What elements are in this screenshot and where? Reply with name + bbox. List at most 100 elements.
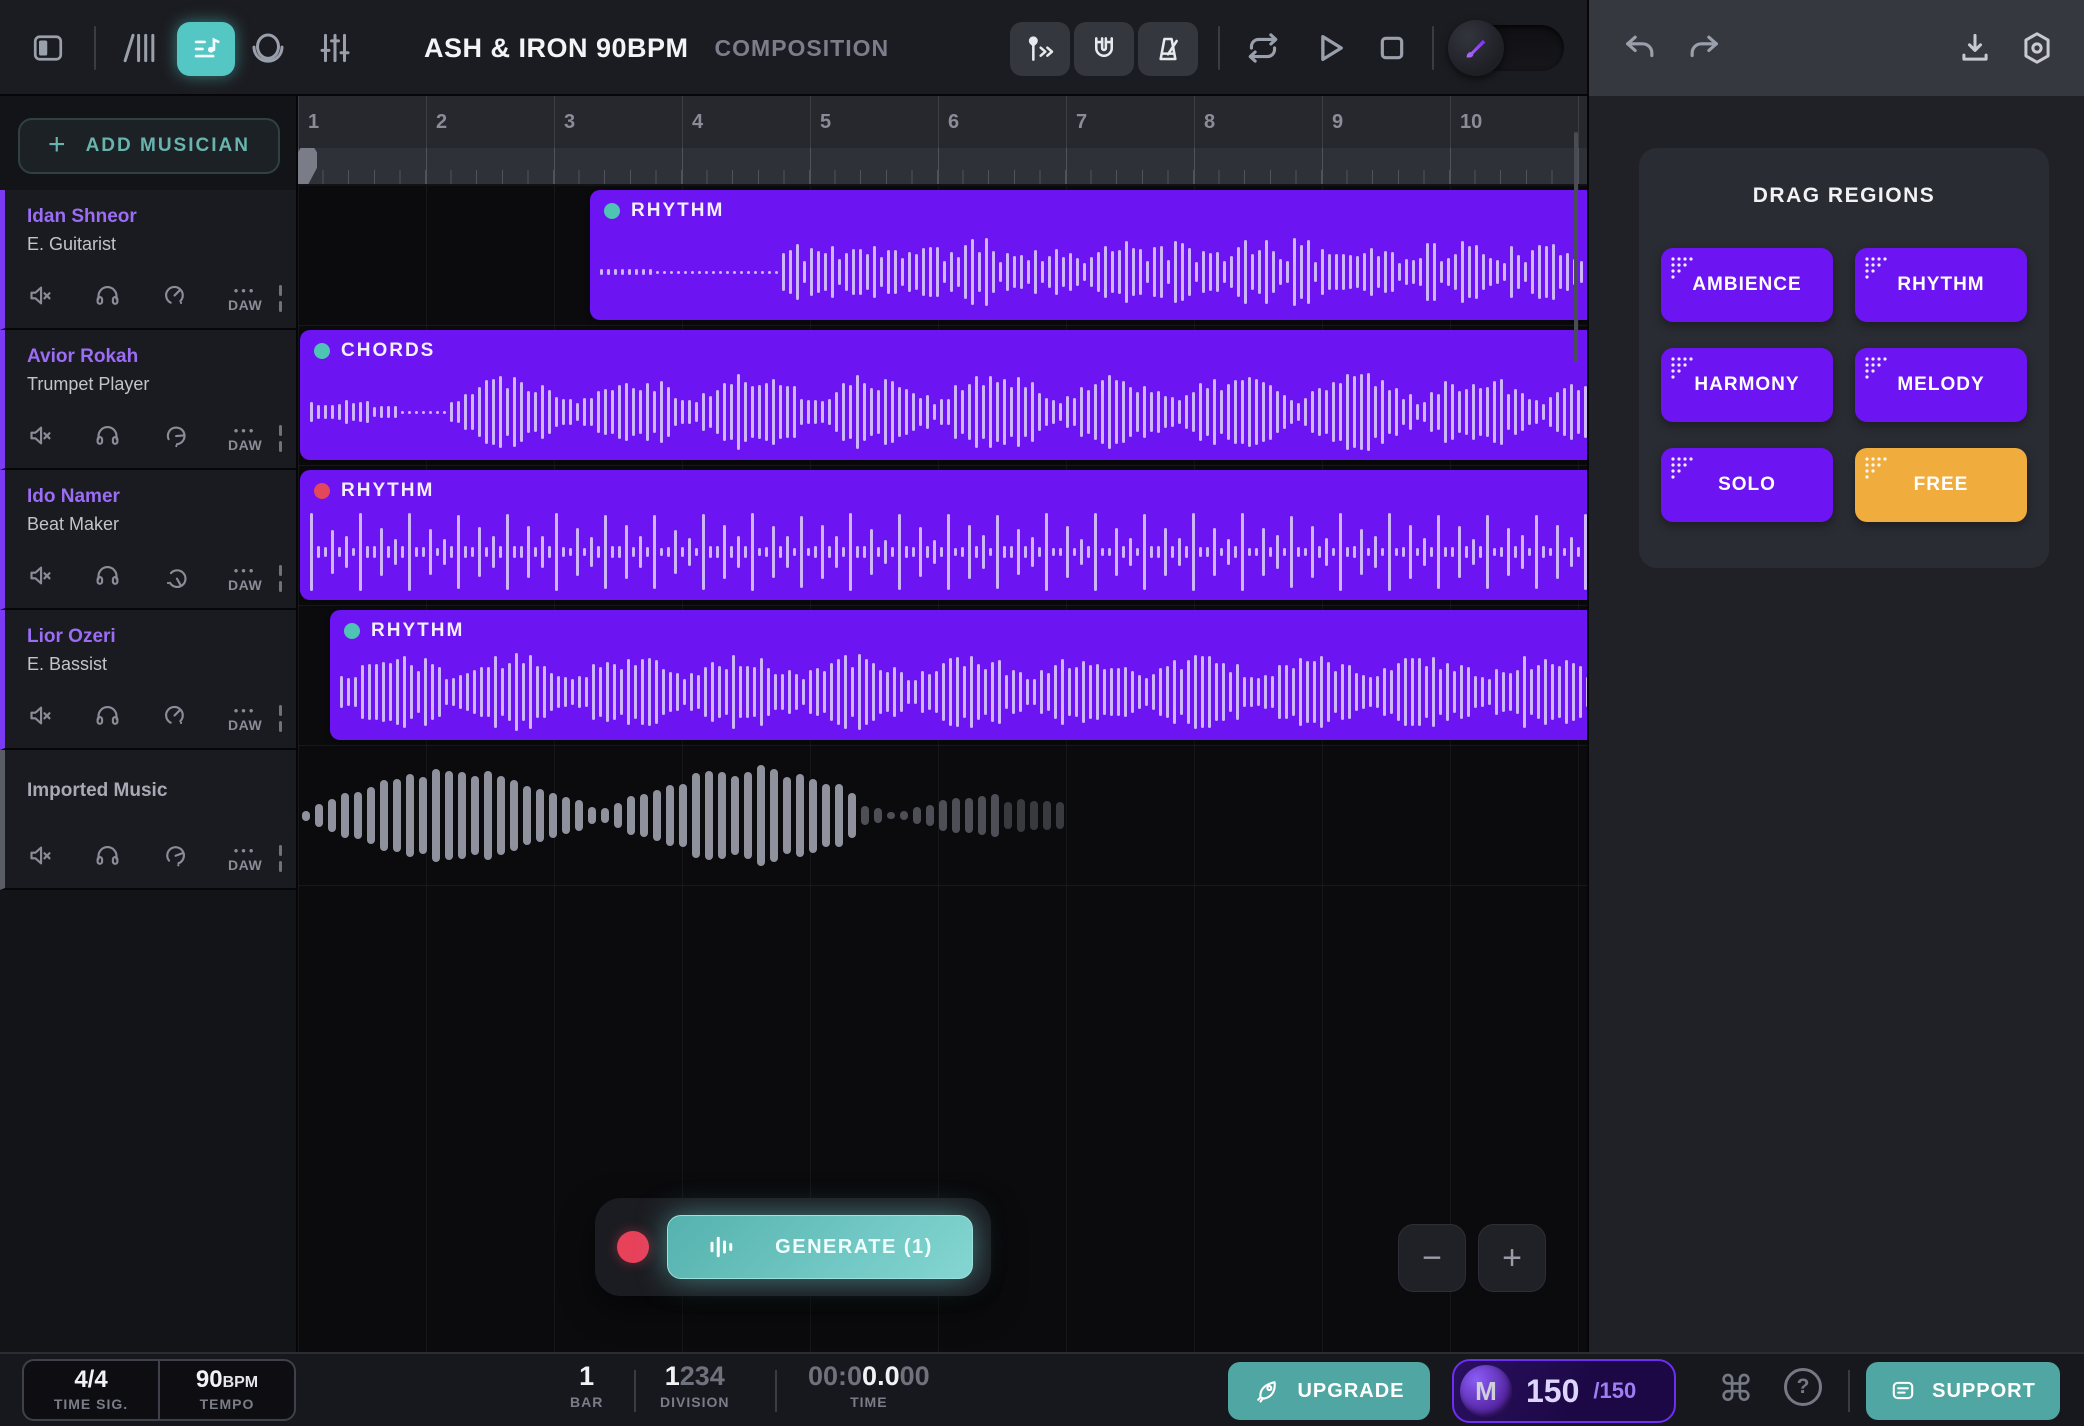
zoom-in-button[interactable]: + xyxy=(1478,1224,1546,1292)
zoom-out-button[interactable]: − xyxy=(1398,1224,1466,1292)
sidebar-toggle-icon[interactable] xyxy=(30,0,66,96)
daw-export-icon[interactable]: •••DAW xyxy=(228,424,262,452)
drag-region-melody[interactable]: MELODY xyxy=(1855,348,2027,422)
ruler-ticks[interactable] xyxy=(298,148,1587,186)
metronome-button[interactable] xyxy=(1138,22,1198,76)
waveform xyxy=(310,372,1587,452)
waveform-icon xyxy=(707,1232,737,1262)
musician-role: Trumpet Player xyxy=(27,374,296,395)
drag-handle-icon[interactable] xyxy=(279,705,282,732)
paint-mode-toggle[interactable] xyxy=(1452,25,1564,71)
time-signature-control[interactable]: 4/4 TIME SIG. xyxy=(24,1361,158,1419)
shortcuts-icon[interactable]: ⌘ xyxy=(1718,1368,1754,1410)
mute-icon[interactable] xyxy=(27,422,54,454)
region-label: RHYTHM xyxy=(631,200,724,222)
musician-role: E. Guitarist xyxy=(27,234,296,255)
drag-region-solo[interactable]: SOLO xyxy=(1661,448,1833,522)
musician-card[interactable]: Idan Shneor E. Guitarist •••DAW xyxy=(0,190,296,330)
drag-handle-icon[interactable] xyxy=(279,845,282,872)
daw-export-icon[interactable]: •••DAW xyxy=(228,564,262,592)
drag-regions-title: DRAG REGIONS xyxy=(1639,184,2049,208)
follow-playhead-button[interactable] xyxy=(1010,22,1070,76)
musician-card[interactable]: Lior Ozeri E. Bassist •••DAW xyxy=(0,610,296,750)
play-button[interactable] xyxy=(1308,0,1350,96)
headphones-icon[interactable] xyxy=(94,842,121,874)
daw-export-icon[interactable]: •••DAW xyxy=(228,844,262,872)
strings-view-icon[interactable] xyxy=(118,0,156,96)
drag-handle-icon[interactable] xyxy=(279,425,282,452)
loop-button[interactable] xyxy=(1242,0,1284,96)
divider xyxy=(1218,26,1220,70)
region-label: RHYTHM xyxy=(371,620,464,642)
headphones-icon[interactable] xyxy=(94,562,121,594)
daw-export-icon[interactable]: •••DAW xyxy=(228,704,262,732)
snap-magnet-button[interactable] xyxy=(1074,22,1134,76)
credits-meter[interactable]: M 150 /150 xyxy=(1452,1359,1676,1423)
support-button[interactable]: SUPPORT xyxy=(1866,1362,2060,1420)
mute-icon[interactable] xyxy=(27,562,54,594)
region-status-dot xyxy=(344,623,360,639)
track-lanes: RHYTHM CHORDS RHYTHM xyxy=(298,186,1587,886)
headphones-icon[interactable] xyxy=(94,422,121,454)
region-status-dot xyxy=(604,203,620,219)
mute-icon[interactable] xyxy=(27,282,54,314)
track-row: RHYTHM xyxy=(298,466,1587,606)
headphones-icon[interactable] xyxy=(94,282,121,314)
musician-card[interactable]: Ido Namer Beat Maker •••DAW xyxy=(0,470,296,610)
region-status-dot xyxy=(314,343,330,359)
audio-region[interactable]: CHORDS xyxy=(300,330,1587,460)
drag-handle-icon[interactable] xyxy=(279,285,282,312)
stop-button[interactable] xyxy=(1372,0,1412,96)
headphones-icon[interactable] xyxy=(94,702,121,734)
bottom-bar: 4/4 TIME SIG. 90BPM TEMPO 1 BAR 1234 DIV… xyxy=(0,1352,2084,1426)
volume-knob-icon[interactable] xyxy=(156,561,194,595)
volume-knob-icon[interactable] xyxy=(154,417,195,459)
drag-handle-icon[interactable] xyxy=(279,565,282,592)
imported-music-card[interactable]: Imported Music •••DAW xyxy=(0,750,296,890)
audio-region[interactable]: RHYTHM xyxy=(300,470,1587,600)
region-label: CHORDS xyxy=(341,340,435,362)
download-icon[interactable] xyxy=(1956,29,1994,67)
redo-icon[interactable] xyxy=(1683,28,1723,68)
division-readout: 1234 DIVISION xyxy=(660,1362,729,1410)
waveform xyxy=(600,232,1587,312)
drums-view-icon[interactable] xyxy=(248,0,288,96)
drag-region-free[interactable]: FREE xyxy=(1855,448,2027,522)
daw-export-icon[interactable]: •••DAW xyxy=(228,284,262,312)
tempo-box: 4/4 TIME SIG. 90BPM TEMPO xyxy=(22,1359,296,1421)
volume-knob-icon[interactable] xyxy=(161,702,188,734)
tempo-control[interactable]: 90BPM TEMPO xyxy=(158,1361,294,1419)
mute-icon[interactable] xyxy=(27,702,54,734)
add-musician-button[interactable]: + ADD MUSICIAN xyxy=(18,118,280,174)
settings-icon[interactable] xyxy=(2018,29,2056,67)
drag-region-rhythm[interactable]: RHYTHM xyxy=(1855,248,2027,322)
volume-knob-icon[interactable] xyxy=(156,838,194,878)
volume-knob-icon[interactable] xyxy=(161,282,188,314)
daw-app: ASH & IRON 90BPM COMPOSITION xyxy=(0,0,2084,1426)
region-label: RHYTHM xyxy=(341,480,434,502)
mute-icon[interactable] xyxy=(27,842,54,874)
record-indicator[interactable] xyxy=(617,1231,649,1263)
track-row: RHYTHM xyxy=(298,186,1587,326)
audio-region[interactable]: RHYTHM xyxy=(330,610,1587,740)
right-panel: DRAG REGIONS AMBIENCE RHYTHM HARMONY MEL… xyxy=(1587,0,2084,1352)
composition-view-button[interactable] xyxy=(177,22,235,76)
generate-button[interactable]: GENERATE (1) xyxy=(667,1215,973,1279)
help-icon[interactable]: ? xyxy=(1784,1368,1822,1406)
view-label: COMPOSITION xyxy=(715,35,890,62)
vertical-scrollbar-thumb[interactable] xyxy=(1574,132,1578,362)
timeline-area: 12345678910 RHYTHM CHORDS xyxy=(298,96,1587,1352)
mixer-view-icon[interactable] xyxy=(316,0,354,96)
musician-card[interactable]: Avior Rokah Trumpet Player •••DAW xyxy=(0,330,296,470)
drag-region-harmony[interactable]: HARMONY xyxy=(1661,348,1833,422)
audio-region[interactable]: RHYTHM xyxy=(590,190,1587,320)
divider xyxy=(775,1370,777,1412)
waveform xyxy=(340,652,1587,732)
rocket-icon xyxy=(1253,1377,1281,1405)
imported-audio-waveform[interactable] xyxy=(302,760,1074,871)
drag-region-ambience[interactable]: AMBIENCE xyxy=(1661,248,1833,322)
undo-icon[interactable] xyxy=(1621,28,1661,68)
drag-regions-panel: DRAG REGIONS AMBIENCE RHYTHM HARMONY MEL… xyxy=(1639,148,2049,568)
upgrade-button[interactable]: UPGRADE xyxy=(1228,1362,1430,1420)
ruler-bar-numbers[interactable]: 12345678910 xyxy=(298,96,1587,148)
